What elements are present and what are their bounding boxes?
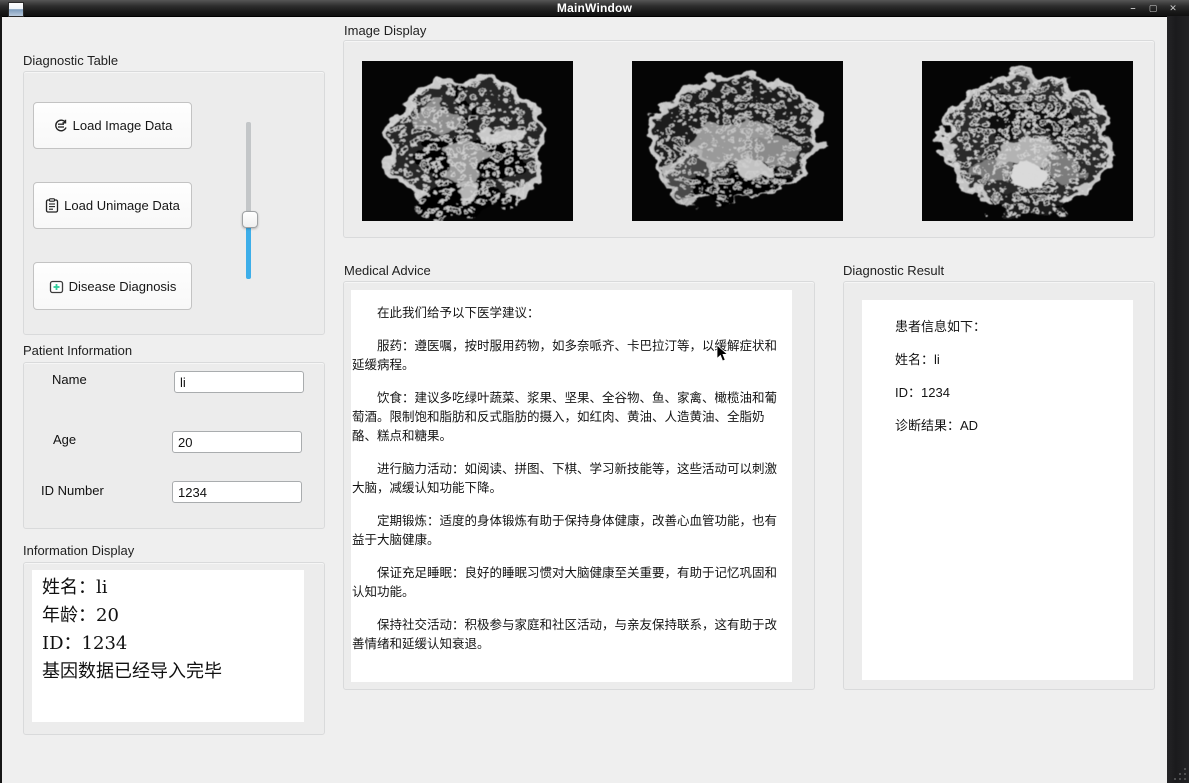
main-window: MainWindow – ▢ ✕ Image Display Diagnosti… [0, 0, 1189, 783]
coronal-brain-mri [362, 61, 573, 221]
age-field[interactable] [172, 431, 302, 453]
import-icon [54, 119, 67, 132]
id-number-field[interactable] [172, 481, 302, 503]
advice-paragraph: 进行脑力活动：如阅读、拼图、下棋、学习新技能等，这些活动可以刺激大脑，减缓认知功… [352, 462, 778, 495]
slider-handle[interactable] [242, 211, 258, 228]
window-title: MainWindow [556, 1, 633, 15]
name-field[interactable] [174, 371, 304, 393]
clipboard-icon [46, 198, 59, 213]
advice-paragraph: 服药：遵医嘱，按时服用药物，如多奈哌齐、卡巴拉汀等，以缓解症状和延缓病程。 [352, 339, 778, 372]
medical-advice-text: 在此我们给予以下医学建议： 服药：遵医嘱，按时服用药物，如多奈哌齐、卡巴拉汀等，… [352, 304, 788, 678]
slider-track-filled[interactable] [246, 225, 251, 279]
info-line: 姓名：li [42, 577, 108, 598]
patient-information-label: Patient Information [23, 343, 133, 358]
load-image-data-button[interactable]: Load Image Data [33, 102, 192, 149]
diagnosis-kit-icon [49, 280, 63, 293]
advice-paragraph: 定期锻炼：适度的身体锻炼有助于保持身体健康，改善心血管功能，也有益于大脑健康。 [352, 514, 778, 547]
close-button[interactable]: ✕ [1165, 1, 1181, 15]
disease-diagnosis-label: Disease Diagnosis [68, 278, 177, 294]
image-display-label: Image Display [344, 23, 427, 38]
load-unimage-data-button[interactable]: Load Unimage Data [33, 182, 192, 229]
info-line: 年龄：20 [42, 605, 119, 626]
window-left-edge [0, 16, 2, 783]
age-field-label: Age [53, 432, 77, 447]
axial-brain-mri [922, 61, 1133, 221]
result-line: 诊断结果：AD [895, 418, 979, 433]
information-display-label: Information Display [23, 543, 135, 558]
diagnostic-table-label: Diagnostic Table [23, 53, 119, 68]
result-line: ID：1234 [895, 385, 950, 400]
sagittal-brain-mri [632, 61, 843, 221]
info-line: 基因数据已经导入完毕 [42, 661, 222, 682]
medical-advice-label: Medical Advice [344, 263, 431, 278]
title-bar[interactable]: MainWindow – ▢ ✕ [0, 0, 1189, 17]
diagnostic-result-label: Diagnostic Result [843, 263, 945, 278]
maximize-button[interactable]: ▢ [1145, 1, 1161, 15]
load-image-data-label: Load Image Data [72, 118, 173, 133]
advice-paragraph: 在此我们给予以下医学建议： [377, 306, 540, 320]
advice-paragraph: 保持社交活动：积极参与家庭和社区活动，与亲友保持联系，这有助于改善情绪和延缓认知… [352, 618, 778, 651]
minimize-button[interactable]: – [1125, 1, 1141, 15]
name-field-label: Name [52, 372, 87, 387]
id-number-field-label: ID Number [41, 483, 104, 498]
slider-track[interactable] [246, 122, 251, 214]
diagnostic-result-text: 患者信息如下： 姓名：li ID：1234 诊断结果：AD [895, 310, 1125, 442]
info-line: ID：1234 [42, 633, 128, 654]
information-display-text: 姓名：li 年龄：20 ID：1234 基因数据已经导入完毕 [42, 574, 302, 686]
advice-paragraph: 保证充足睡眠：良好的睡眠习惯对大脑健康至关重要，有助于记忆巩固和认知功能。 [352, 566, 778, 599]
result-line: 姓名：li [895, 352, 940, 367]
window-right-strip [1167, 16, 1189, 783]
advice-paragraph: 饮食：建议多吃绿叶蔬菜、浆果、坚果、全谷物、鱼、家禽、橄榄油和葡萄酒。限制饱和脂… [352, 391, 778, 443]
disease-diagnosis-button[interactable]: Disease Diagnosis [33, 262, 192, 310]
load-unimage-data-label: Load Unimage Data [64, 198, 180, 213]
resize-grip-icon[interactable] [1172, 766, 1186, 780]
result-line: 患者信息如下： [895, 319, 987, 334]
